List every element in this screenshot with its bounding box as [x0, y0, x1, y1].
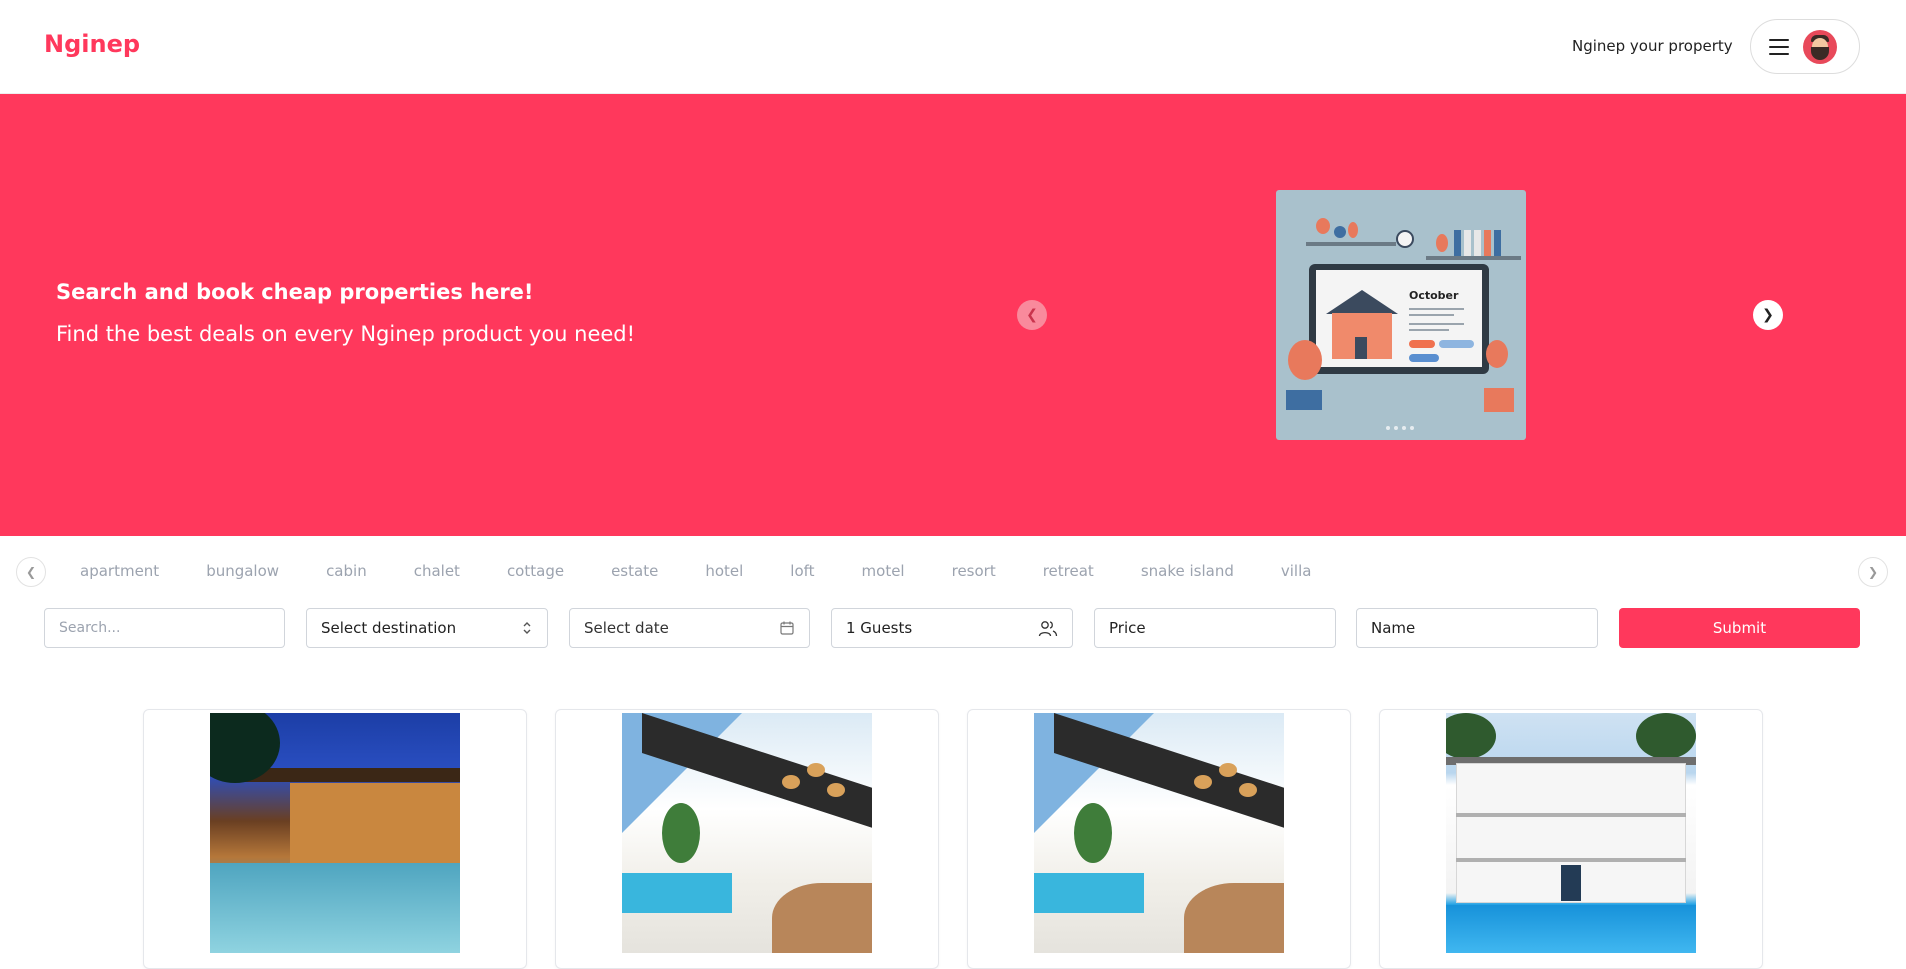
category-apartment[interactable]: apartment [80, 562, 159, 580]
listing-photo [622, 713, 872, 953]
top-nav: Nginep Nginep your property [0, 0, 1906, 94]
calendar-icon [779, 620, 795, 640]
slide-heading: October [1409, 289, 1459, 302]
hero-subtitle: Find the best deals on every Nginep prod… [56, 322, 636, 346]
date-picker-value: Select date [584, 619, 669, 637]
listing-photo [1034, 713, 1284, 953]
carousel-dots [1386, 426, 1414, 430]
guests-value: 1 Guests [846, 619, 913, 637]
avatar [1803, 29, 1837, 64]
carousel-next-button[interactable]: ❯ [1753, 300, 1783, 330]
listing-card[interactable] [555, 709, 939, 969]
submit-button[interactable]: Submit [1619, 608, 1860, 648]
carousel-prev-button[interactable]: ❮ [1017, 300, 1047, 330]
category-prev-button[interactable]: ❮ [16, 557, 46, 587]
category-chalet[interactable]: chalet [414, 562, 460, 580]
category-strip: ❮ apartment bungalow cabin chalet cottag… [0, 556, 1906, 588]
listing-card[interactable] [967, 709, 1351, 969]
guests-field[interactable]: 1 Guests [831, 608, 1073, 648]
clock-icon [1396, 230, 1414, 248]
listing-card[interactable] [1379, 709, 1763, 969]
category-bungalow[interactable]: bungalow [206, 562, 279, 580]
category-snake-island[interactable]: snake island [1141, 562, 1234, 580]
category-villa[interactable]: villa [1281, 562, 1312, 580]
destination-select-value: Select destination [321, 619, 457, 637]
chevron-right-icon: ❯ [1867, 565, 1879, 579]
category-retreat[interactable]: retreat [1043, 562, 1094, 580]
chevron-right-icon: ❯ [1762, 307, 1774, 323]
date-picker[interactable]: Select date [569, 608, 810, 648]
listing-photo [210, 713, 460, 953]
listing-card[interactable] [143, 709, 527, 969]
chevron-left-icon: ❮ [1026, 307, 1038, 323]
category-hotel[interactable]: hotel [705, 562, 743, 580]
chevron-up-down-icon [521, 620, 533, 640]
carousel-slide-image: October [1276, 190, 1526, 440]
listing-photo [1446, 713, 1696, 953]
category-cottage[interactable]: cottage [507, 562, 564, 580]
search-input[interactable]: Search... [44, 608, 285, 648]
price-input[interactable]: Price [1094, 608, 1336, 648]
user-menu-button[interactable] [1750, 19, 1860, 74]
host-property-link[interactable]: Nginep your property [1572, 37, 1733, 55]
category-next-button[interactable]: ❯ [1858, 557, 1888, 587]
category-cabin[interactable]: cabin [326, 562, 367, 580]
destination-select[interactable]: Select destination [306, 608, 548, 648]
hero-banner: Search and book cheap properties here! F… [0, 94, 1906, 536]
hamburger-icon [1769, 38, 1789, 55]
name-input[interactable]: Name [1356, 608, 1598, 648]
category-motel[interactable]: motel [862, 562, 905, 580]
category-loft[interactable]: loft [790, 562, 814, 580]
category-list: apartment bungalow cabin chalet cottage … [80, 562, 1311, 580]
category-resort[interactable]: resort [952, 562, 996, 580]
hero-title: Search and book cheap properties here! [56, 280, 534, 304]
chevron-left-icon: ❮ [25, 565, 37, 579]
category-estate[interactable]: estate [611, 562, 658, 580]
users-icon [1038, 620, 1058, 642]
logo[interactable]: Nginep [44, 30, 140, 58]
